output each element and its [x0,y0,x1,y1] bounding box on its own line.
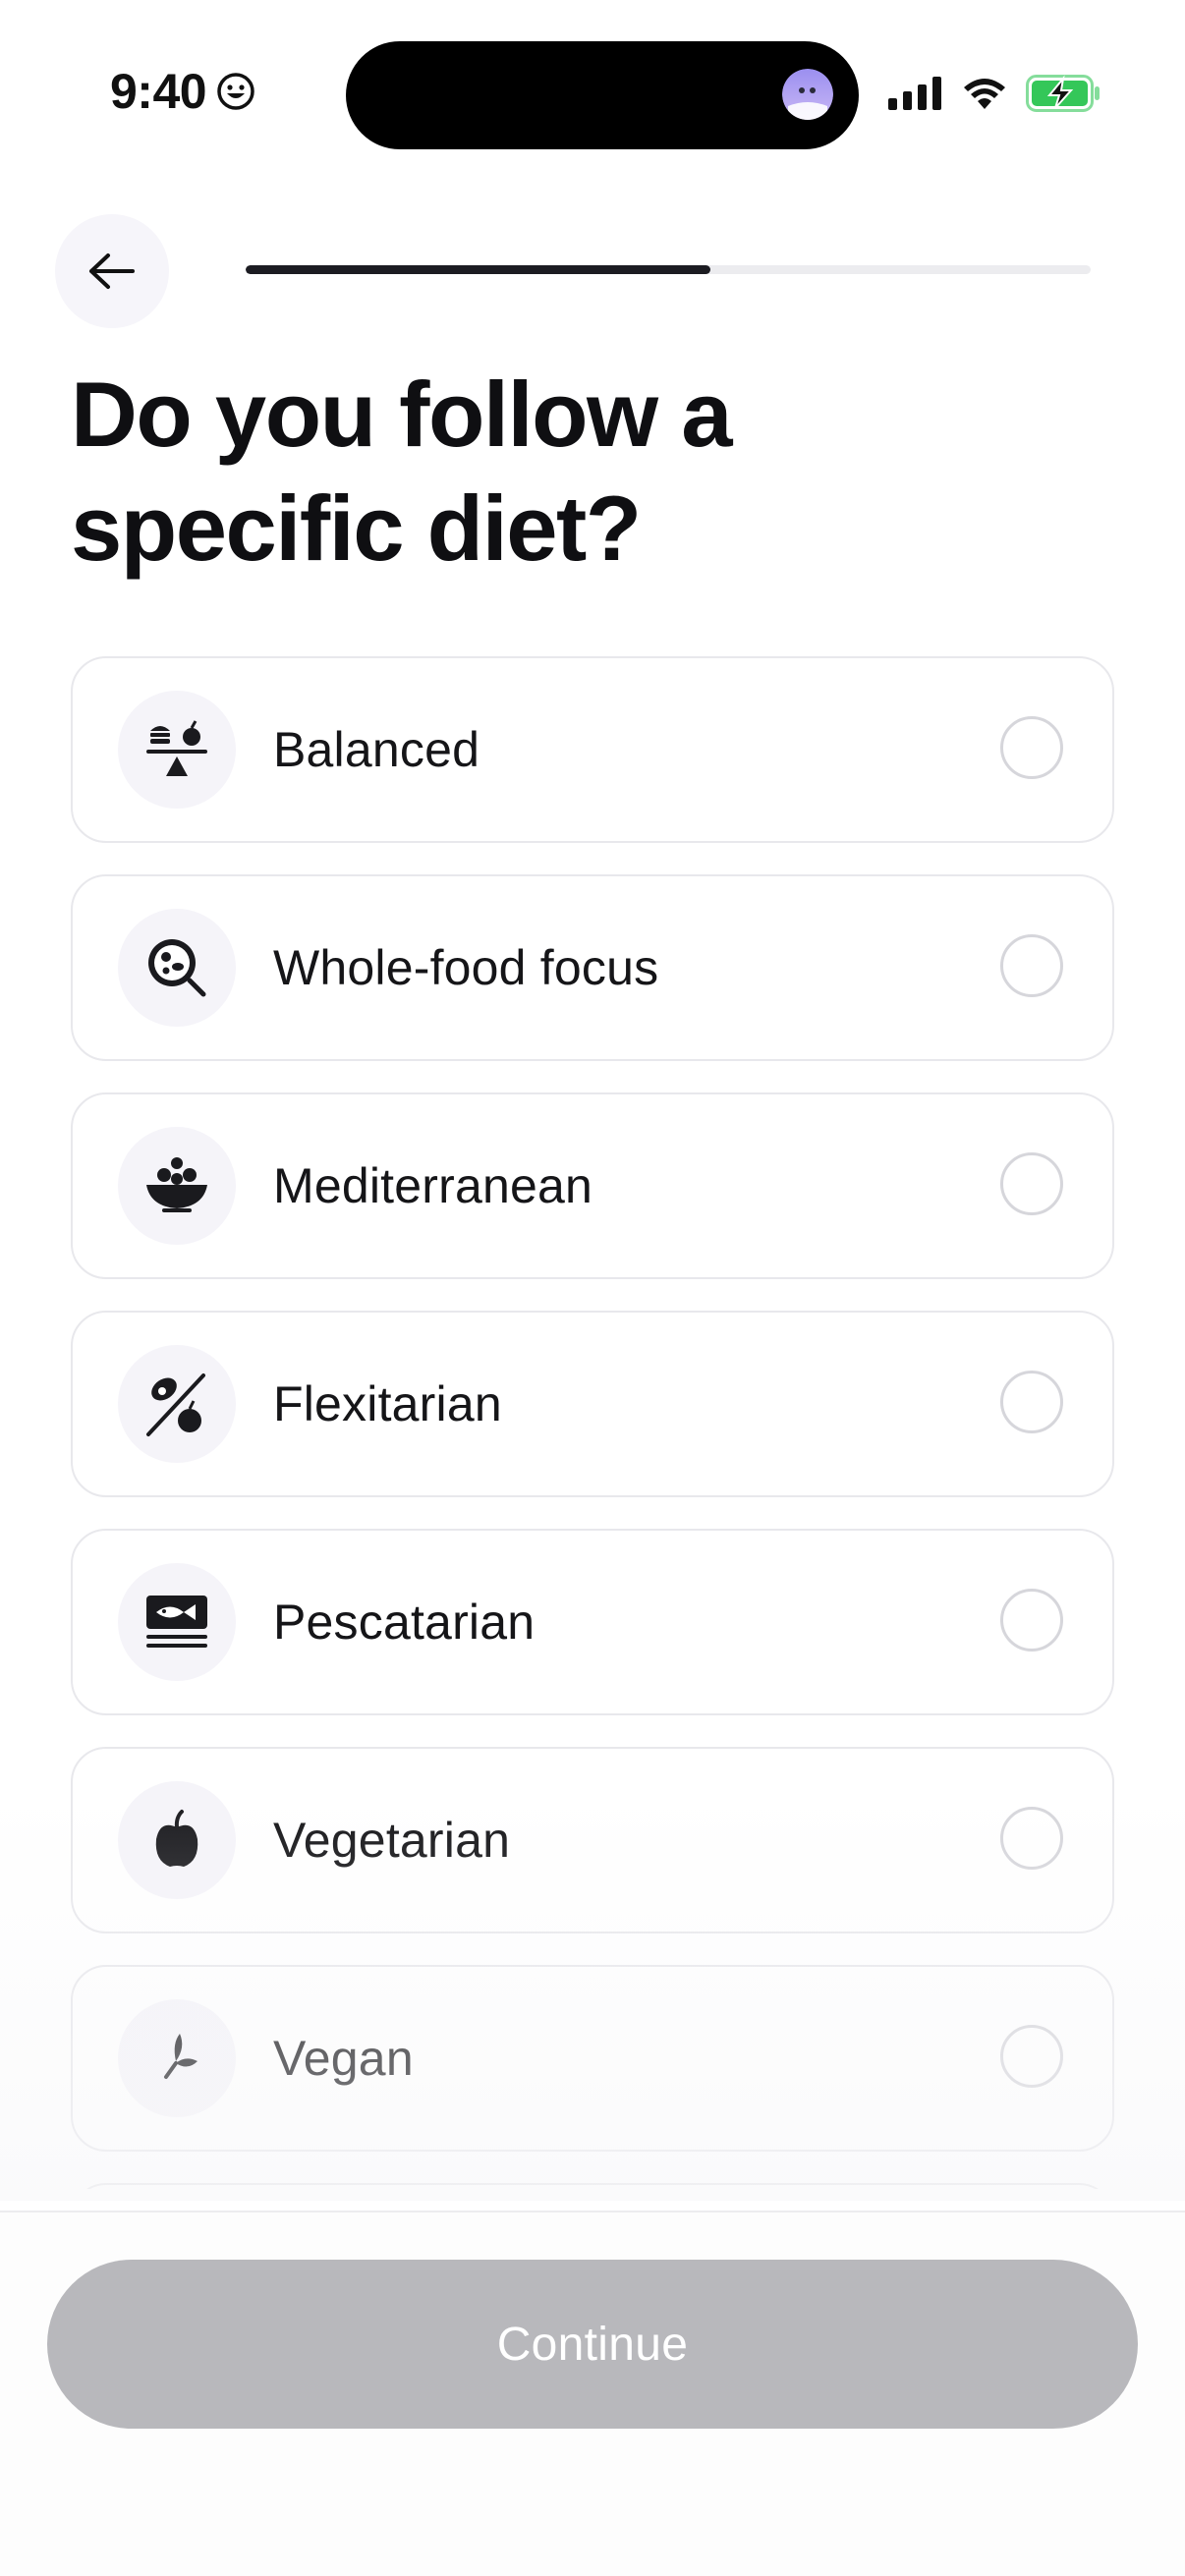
food-plate-magnifier-icon [148,939,206,997]
radio-button[interactable] [1000,1371,1063,1433]
smiley-icon [217,73,254,110]
radio-button[interactable] [1000,1589,1063,1652]
status-time: 9:40 [110,63,255,120]
continue-button[interactable]: Continue [47,2260,1138,2429]
wifi-icon [964,79,1005,109]
dynamic-island [346,41,859,149]
option-whole-food-focus[interactable]: Whole-food focus [71,874,1114,1061]
arrow-left-icon [89,253,135,289]
option-icon-container [118,691,236,809]
option-vegetarian[interactable]: Vegetarian [71,1747,1114,1933]
apple-icon [155,1810,198,1867]
diet-options-list: Balanced Whole-food focus Mediterranean … [71,656,1114,2189]
option-balanced[interactable]: Balanced [71,656,1114,843]
status-icons [888,75,1102,112]
option-flexitarian[interactable]: Flexitarian [71,1311,1114,1497]
radio-button[interactable] [1000,2025,1063,2088]
status-bar: 9:40 [0,0,1185,149]
leaf-sprout-icon [164,2034,198,2079]
option-icon-container [118,1781,236,1899]
radio-button[interactable] [1000,934,1063,997]
option-icon-container [118,1345,236,1463]
option-icon-container [118,1999,236,2117]
option-label: Pescatarian [273,1595,536,1650]
back-button[interactable] [55,214,169,328]
screen: 9:40 Do you follow a specific diet? Bala… [0,0,1185,2576]
status-time-text: 9:40 [110,64,207,119]
page-title: Do you follow a specific diet? [71,363,733,580]
bottom-bar: Continue [0,2211,1185,2576]
option-pescatarian[interactable]: Pescatarian [71,1529,1114,1715]
radio-button[interactable] [1000,716,1063,779]
option-label: Vegan [273,2031,414,2086]
option-next-partial[interactable] [71,2183,1114,2189]
fish-icon [146,1596,207,1648]
progress-fill [246,265,710,274]
option-icon-container [118,1127,236,1245]
balance-scale-food-icon [146,720,207,776]
option-label: Mediterranean [273,1158,593,1213]
option-label: Vegetarian [273,1813,511,1868]
battery-charging-icon [1026,75,1100,112]
option-mediterranean[interactable]: Mediterranean [71,1092,1114,1279]
radio-button[interactable] [1000,1807,1063,1870]
island-avatar [782,69,833,120]
option-label: Flexitarian [273,1376,502,1431]
option-icon-container [118,909,236,1027]
cellular-signal-icon [888,77,941,110]
option-label: Balanced [273,722,480,777]
option-vegan[interactable]: Vegan [71,1965,1114,2152]
radio-button[interactable] [1000,1152,1063,1215]
salad-bowl-icon [146,1157,207,1212]
option-label: Whole-food focus [273,940,659,995]
meat-slash-apple-icon [146,1373,205,1436]
progress-bar [246,265,1091,274]
option-icon-container [118,1563,236,1681]
